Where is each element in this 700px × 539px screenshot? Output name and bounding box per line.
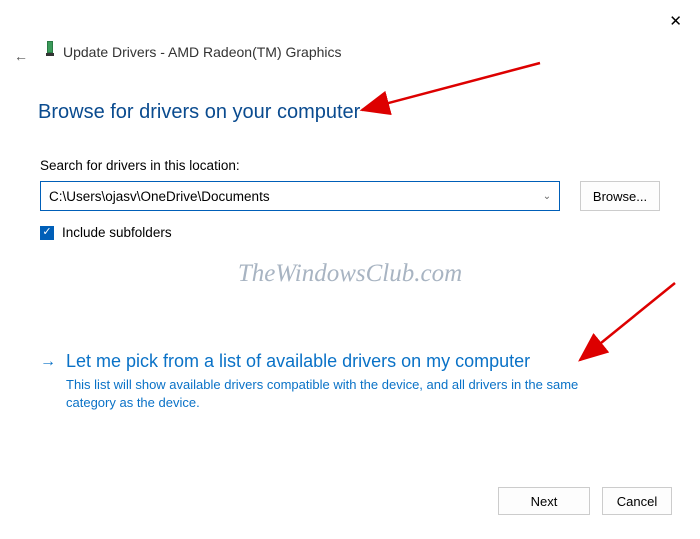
dialog-title: Update Drivers - AMD Radeon(TM) Graphics: [63, 44, 342, 60]
dialog-button-bar: Next Cancel: [498, 487, 672, 515]
back-icon[interactable]: ←: [14, 48, 28, 64]
include-subfolders-checkbox[interactable]: [40, 226, 54, 240]
watermark-text: TheWindowsClub.com: [0, 260, 700, 288]
update-drivers-dialog: ✕ ← Update Drivers - AMD Radeon(TM) Grap…: [0, 0, 700, 539]
browse-button[interactable]: Browse...: [580, 181, 660, 211]
close-icon[interactable]: ✕: [669, 12, 682, 30]
page-heading: Browse for drivers on your computer: [38, 101, 360, 124]
driver-path-combobox[interactable]: ⌄: [40, 181, 560, 211]
include-subfolders-row[interactable]: Include subfolders: [40, 225, 172, 240]
pick-from-list-description: This list will show available drivers co…: [66, 376, 626, 411]
arrow-right-icon: →: [40, 353, 56, 371]
next-button[interactable]: Next: [498, 487, 590, 515]
driver-device-icon: [46, 41, 54, 56]
chevron-down-icon[interactable]: ⌄: [535, 191, 559, 202]
pick-from-list-title: Let me pick from a list of available dri…: [66, 351, 530, 372]
include-subfolders-label: Include subfolders: [62, 225, 172, 240]
search-location-label: Search for drivers in this location:: [40, 158, 240, 173]
pick-from-list-option[interactable]: → Let me pick from a list of available d…: [40, 351, 650, 411]
cancel-button[interactable]: Cancel: [602, 487, 672, 515]
driver-path-input[interactable]: [41, 189, 535, 204]
annotation-arrow: [350, 55, 550, 125]
